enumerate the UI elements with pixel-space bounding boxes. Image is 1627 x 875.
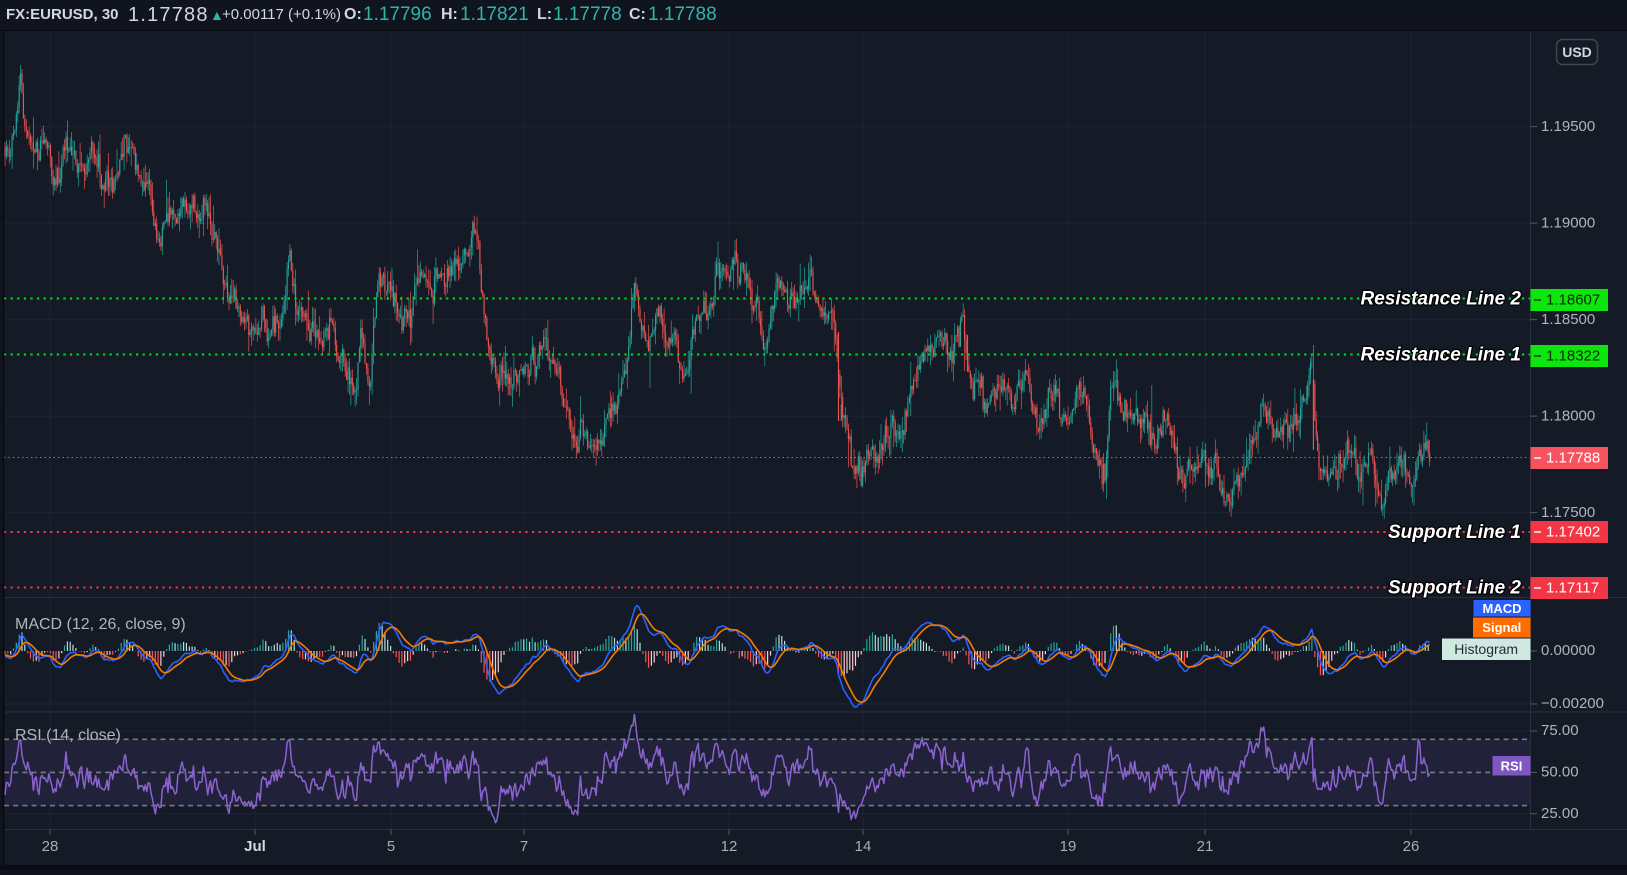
svg-text:1.17500: 1.17500 xyxy=(1541,504,1595,521)
svg-text:1.19000: 1.19000 xyxy=(1541,214,1595,231)
svg-text:21: 21 xyxy=(1197,838,1214,855)
svg-text:0.00000: 0.00000 xyxy=(1541,642,1595,659)
svg-text:−0.00200: −0.00200 xyxy=(1541,695,1604,712)
svg-text:Resistance Line 1: Resistance Line 1 xyxy=(1360,345,1521,366)
svg-text:Signal: Signal xyxy=(1482,620,1521,635)
svg-text:Jul: Jul xyxy=(244,838,266,855)
svg-text:1.18000: 1.18000 xyxy=(1541,407,1595,424)
svg-text:1.17117: 1.17117 xyxy=(1546,580,1599,597)
svg-text:50.00: 50.00 xyxy=(1541,764,1579,781)
svg-text:USD: USD xyxy=(1562,44,1592,60)
svg-text:MACD (12, 26, close, 9): MACD (12, 26, close, 9) xyxy=(15,616,186,633)
svg-text:1.17788: 1.17788 xyxy=(1546,450,1600,467)
svg-text:7: 7 xyxy=(520,838,528,855)
svg-text:1.18500: 1.18500 xyxy=(1541,311,1595,328)
svg-text:14: 14 xyxy=(855,838,872,855)
svg-text:Histogram: Histogram xyxy=(1454,641,1518,657)
svg-text:RSI (14, close): RSI (14, close) xyxy=(15,727,121,744)
svg-text:Resistance Line 2: Resistance Line 2 xyxy=(1360,289,1521,310)
svg-text:Support Line 2: Support Line 2 xyxy=(1388,578,1521,599)
svg-text:26: 26 xyxy=(1403,838,1420,855)
svg-text:Support Line 1: Support Line 1 xyxy=(1388,522,1521,543)
svg-text:1.18322: 1.18322 xyxy=(1546,348,1600,365)
svg-text:12: 12 xyxy=(721,838,738,855)
svg-text:25.00: 25.00 xyxy=(1541,805,1579,822)
svg-text:1.19500: 1.19500 xyxy=(1541,118,1595,135)
svg-text:28: 28 xyxy=(42,838,59,855)
svg-text:19: 19 xyxy=(1060,838,1077,855)
svg-text:5: 5 xyxy=(387,838,395,855)
svg-text:75.00: 75.00 xyxy=(1541,722,1579,739)
svg-text:1.17402: 1.17402 xyxy=(1546,524,1600,541)
svg-text:RSI: RSI xyxy=(1501,758,1523,773)
svg-text:1.18607: 1.18607 xyxy=(1546,292,1600,309)
svg-text:MACD: MACD xyxy=(1483,601,1522,616)
